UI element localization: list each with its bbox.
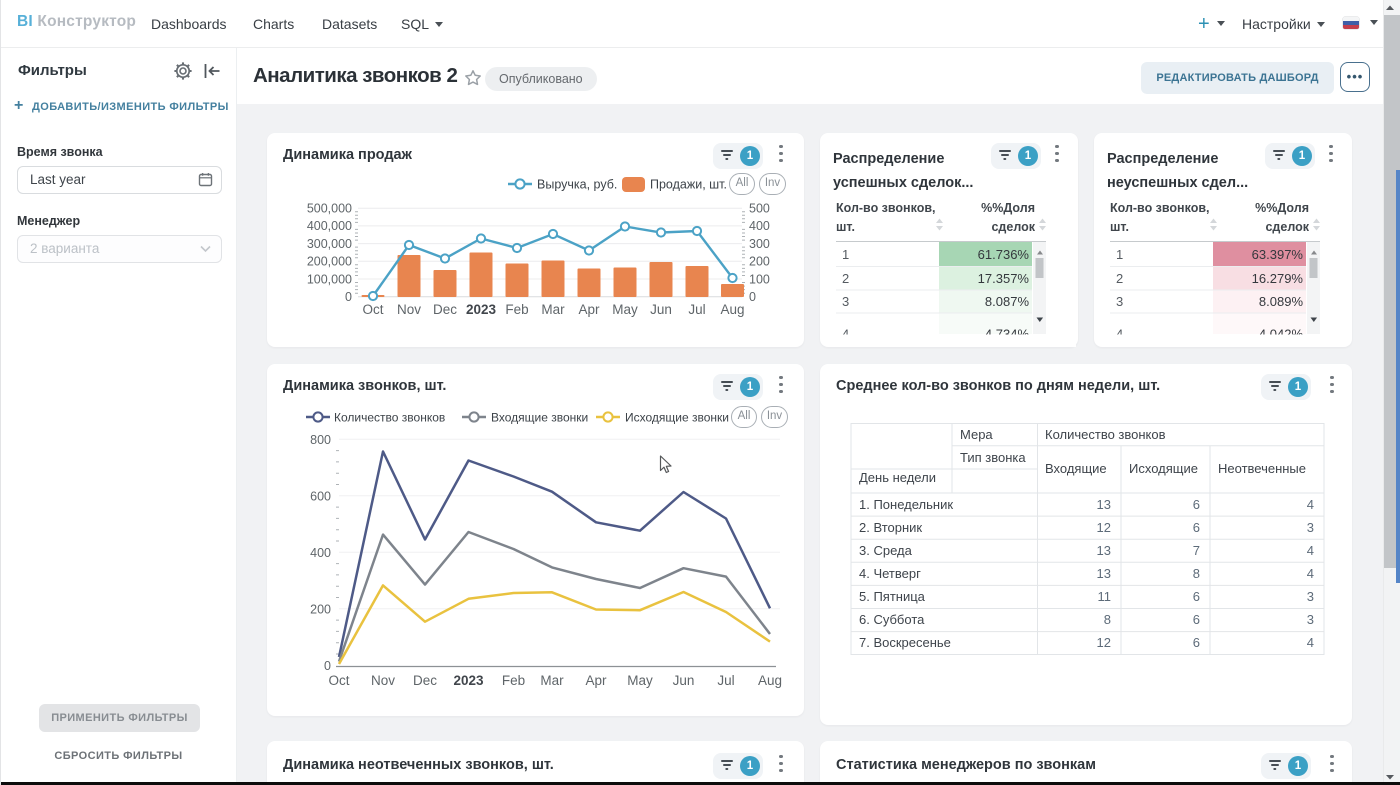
svg-text:8: 8 bbox=[1104, 612, 1111, 627]
svg-text:300,000: 300,000 bbox=[307, 237, 352, 251]
svg-text:63.397%: 63.397% bbox=[1252, 247, 1304, 262]
svg-text:17.357%: 17.357% bbox=[978, 271, 1030, 286]
svg-text:шт.: шт. bbox=[1110, 220, 1129, 234]
svg-text:Mar: Mar bbox=[540, 673, 564, 688]
svg-text:Кол-во звонков,: Кол-во звонков, bbox=[1110, 201, 1210, 215]
svg-text:2. Вторник: 2. Вторник bbox=[859, 520, 922, 535]
svg-text:8.087%: 8.087% bbox=[985, 294, 1030, 309]
svg-text:500: 500 bbox=[749, 202, 770, 216]
svg-text:100,000: 100,000 bbox=[307, 272, 352, 286]
svg-text:Mar: Mar bbox=[541, 302, 565, 317]
svg-text:3: 3 bbox=[1307, 589, 1314, 604]
svg-text:800: 800 bbox=[310, 433, 331, 447]
svg-text:13: 13 bbox=[1097, 566, 1111, 581]
svg-text:Jun: Jun bbox=[650, 302, 672, 317]
svg-text:Продажи, шт.: Продажи, шт. bbox=[650, 178, 727, 192]
svg-text:200: 200 bbox=[749, 255, 770, 269]
svg-text:13: 13 bbox=[1097, 497, 1111, 512]
svg-text:Dec: Dec bbox=[433, 302, 457, 317]
svg-text:2023: 2023 bbox=[466, 302, 497, 317]
svg-text:12: 12 bbox=[1097, 635, 1111, 650]
svg-text:1: 1 bbox=[842, 247, 849, 262]
svg-text:2: 2 bbox=[1116, 271, 1123, 286]
svg-text:Oct: Oct bbox=[362, 302, 383, 317]
svg-text:Количество звонков: Количество звонков bbox=[334, 411, 445, 425]
svg-text:6: 6 bbox=[1193, 497, 1200, 512]
svg-text:7. Воскресенье: 7. Воскресенье bbox=[859, 635, 951, 650]
svg-text:500,000: 500,000 bbox=[307, 202, 352, 216]
svg-text:Aug: Aug bbox=[720, 302, 744, 317]
svg-text:Feb: Feb bbox=[502, 673, 525, 688]
svg-text:Исходящие звонки: Исходящие звонки bbox=[625, 411, 729, 425]
svg-text:8: 8 bbox=[1193, 566, 1200, 581]
svg-text:4: 4 bbox=[1307, 543, 1314, 558]
svg-text:400,000: 400,000 bbox=[307, 219, 352, 233]
svg-text:6: 6 bbox=[1193, 635, 1200, 650]
svg-text:6: 6 bbox=[1193, 520, 1200, 535]
svg-text:12: 12 bbox=[1097, 520, 1111, 535]
svg-text:6: 6 bbox=[1193, 589, 1200, 604]
svg-text:2023: 2023 bbox=[453, 673, 484, 688]
svg-text:Выручка, руб.: Выручка, руб. bbox=[537, 178, 617, 192]
svg-text:3: 3 bbox=[1307, 520, 1314, 535]
svg-text:Кол-во звонков,: Кол-во звонков, bbox=[836, 201, 936, 215]
svg-text:6. Суббота: 6. Суббота bbox=[859, 612, 925, 627]
svg-text:Jul: Jul bbox=[717, 673, 734, 688]
svg-text:0: 0 bbox=[749, 290, 756, 304]
svg-text:3: 3 bbox=[1307, 612, 1314, 627]
svg-text:%%Доля: %%Доля bbox=[1255, 201, 1309, 215]
svg-text:Aug: Aug bbox=[758, 673, 782, 688]
svg-text:May: May bbox=[627, 673, 653, 688]
svg-text:400: 400 bbox=[310, 546, 331, 560]
svg-text:Входящие звонки: Входящие звонки bbox=[491, 411, 588, 425]
svg-text:Oct: Oct bbox=[328, 673, 349, 688]
svg-text:1. Понедельник: 1. Понедельник bbox=[859, 497, 953, 512]
svg-text:6: 6 bbox=[1193, 612, 1200, 627]
svg-text:Исходящие: Исходящие bbox=[1129, 461, 1198, 476]
svg-text:4: 4 bbox=[1307, 566, 1314, 581]
svg-text:Мера: Мера bbox=[960, 427, 993, 442]
svg-text:11: 11 bbox=[1098, 589, 1112, 604]
svg-text:Неотвеченные: Неотвеченные bbox=[1218, 461, 1306, 476]
svg-text:100: 100 bbox=[749, 272, 770, 286]
svg-text:200: 200 bbox=[310, 602, 331, 616]
svg-text:0: 0 bbox=[345, 290, 352, 304]
svg-text:7: 7 bbox=[1193, 543, 1200, 558]
svg-text:3: 3 bbox=[842, 294, 849, 309]
svg-text:3. Среда: 3. Среда bbox=[859, 543, 913, 558]
svg-text:61.736%: 61.736% bbox=[978, 247, 1030, 262]
svg-text:300: 300 bbox=[749, 237, 770, 251]
svg-text:600: 600 bbox=[310, 489, 331, 503]
svg-text:Nov: Nov bbox=[397, 302, 421, 317]
svg-text:1: 1 bbox=[1116, 247, 1123, 262]
svg-text:Количество звонков: Количество звонков bbox=[1045, 427, 1166, 442]
svg-text:400: 400 bbox=[749, 219, 770, 233]
svg-text:4: 4 bbox=[1307, 497, 1314, 512]
svg-text:3: 3 bbox=[1116, 294, 1123, 309]
svg-text:Jul: Jul bbox=[688, 302, 705, 317]
svg-text:сделок: сделок bbox=[1265, 220, 1309, 234]
svg-text:День недели: День недели bbox=[859, 470, 936, 485]
svg-text:Dec: Dec bbox=[413, 673, 437, 688]
svg-text:%%Доля: %%Доля bbox=[981, 201, 1035, 215]
svg-text:Jun: Jun bbox=[673, 673, 695, 688]
svg-text:4: 4 bbox=[1307, 635, 1314, 650]
svg-text:Feb: Feb bbox=[505, 302, 528, 317]
svg-text:Apr: Apr bbox=[585, 673, 607, 688]
svg-text:May: May bbox=[612, 302, 638, 317]
svg-text:Apr: Apr bbox=[578, 302, 600, 317]
svg-text:шт.: шт. bbox=[836, 220, 855, 234]
svg-text:13: 13 bbox=[1097, 543, 1111, 558]
svg-text:5. Пятница: 5. Пятница bbox=[859, 589, 926, 604]
svg-text:сделок: сделок bbox=[991, 220, 1035, 234]
svg-text:Входящие: Входящие bbox=[1045, 461, 1107, 476]
svg-text:Тип звонка: Тип звонка bbox=[960, 450, 1026, 465]
svg-text:16.279%: 16.279% bbox=[1252, 271, 1304, 286]
svg-text:200,000: 200,000 bbox=[307, 255, 352, 269]
svg-text:8.089%: 8.089% bbox=[1259, 294, 1304, 309]
svg-text:Nov: Nov bbox=[371, 673, 395, 688]
svg-text:2: 2 bbox=[842, 271, 849, 286]
svg-text:4. Четверг: 4. Четверг bbox=[859, 566, 921, 581]
svg-text:0: 0 bbox=[324, 659, 331, 673]
